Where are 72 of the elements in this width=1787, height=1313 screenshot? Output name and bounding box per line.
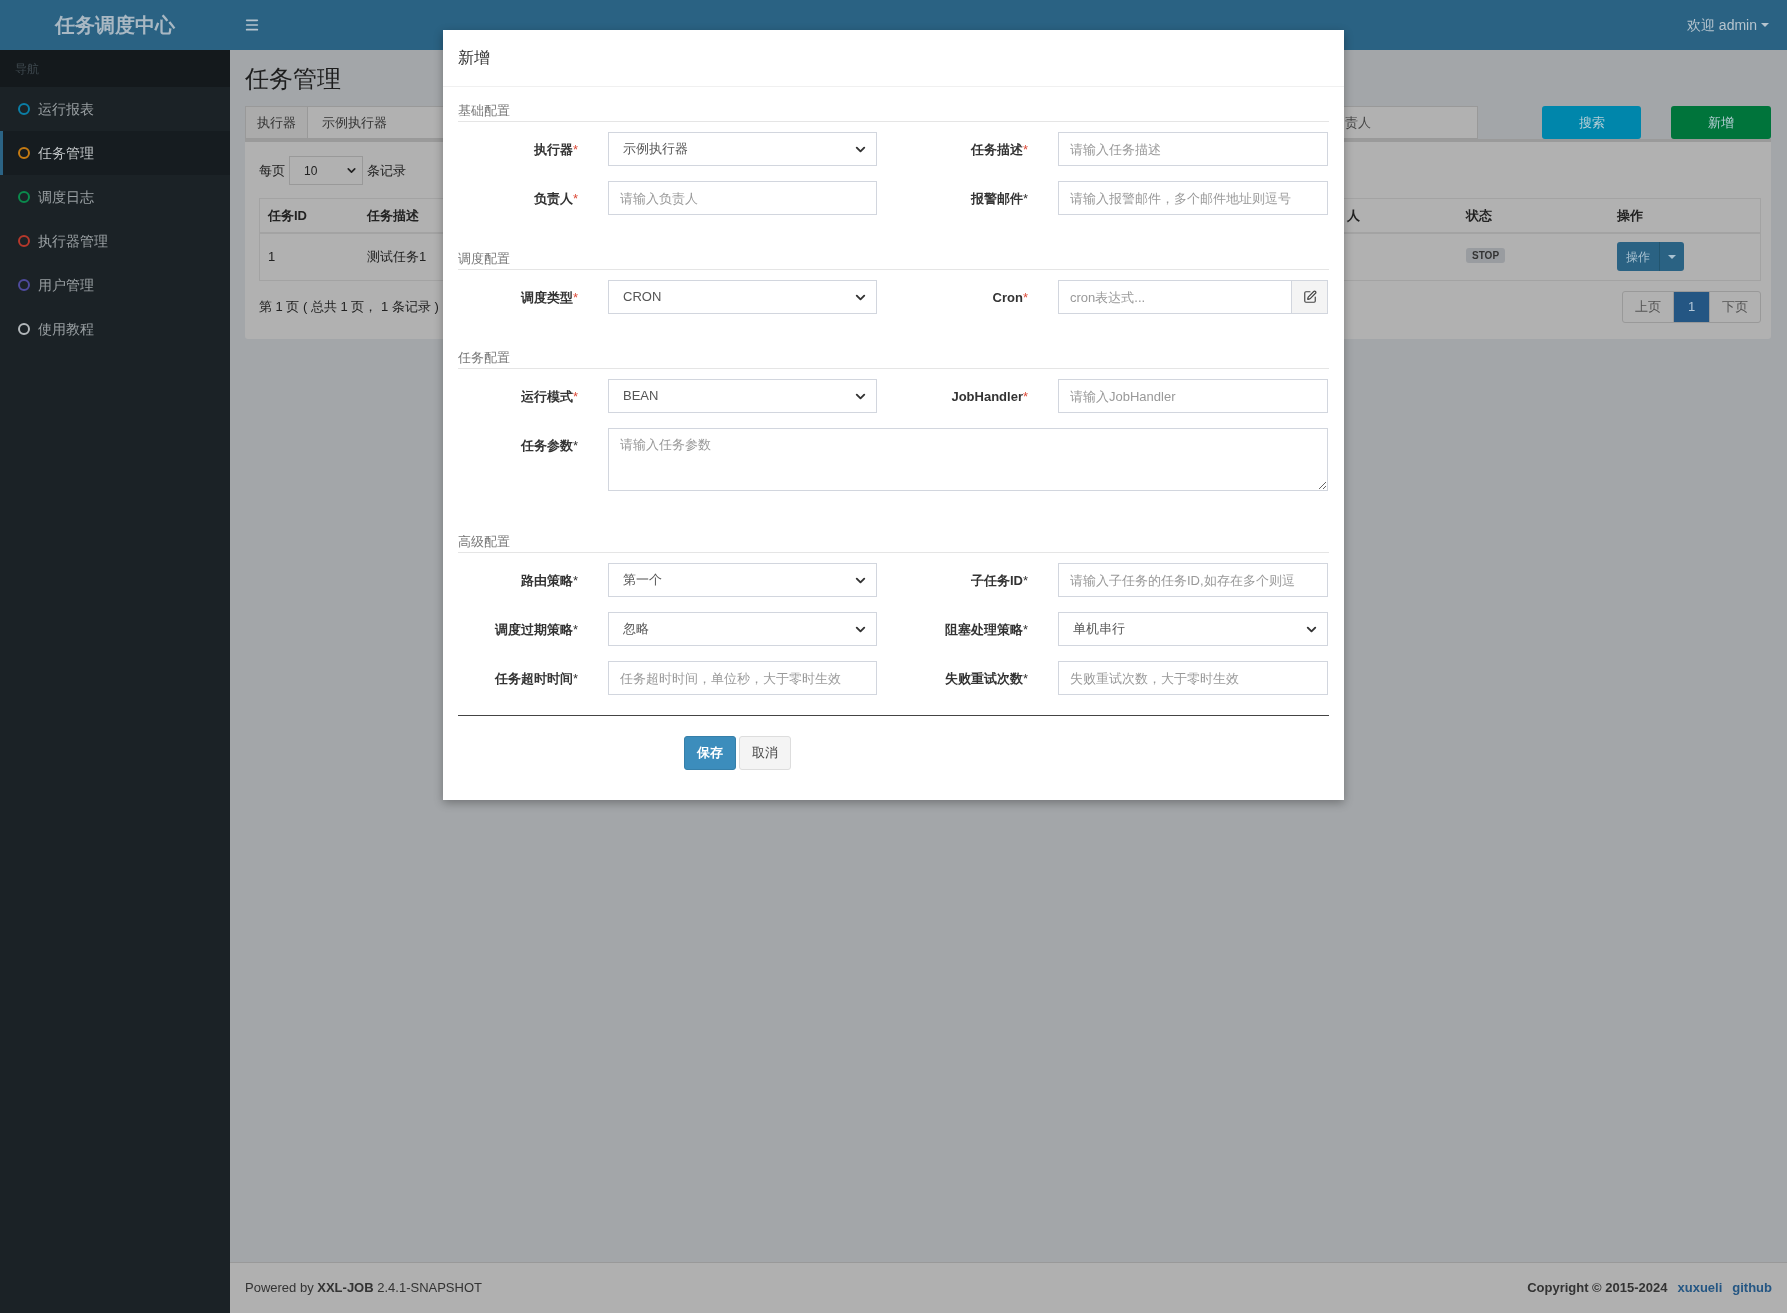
input-field[interactable]: 请输入报警邮件，多个邮件地址则逗号 [1058,181,1328,215]
page-button[interactable]: 1 [1673,292,1709,322]
column-header: 人 [1347,206,1360,225]
input-field[interactable]: 失败重试次数，大于零时生效 [1058,661,1328,695]
column-header: 操作 [1617,206,1643,225]
page-button[interactable]: 上页 [1623,292,1673,322]
page-size-label: 条记录 [367,161,406,180]
sidebar-item[interactable]: 调度日志 [0,175,230,219]
powered-by-text: Powered by XXL-JOB 2.4.1-SNAPSHOT [245,1279,482,1298]
input-field[interactable]: 请输入任务描述 [1058,132,1328,166]
page-button[interactable]: 下页 [1709,292,1760,322]
edit-icon [1302,290,1317,304]
input-field[interactable]: 任务超时时间，单位秒，大于零时生效 [608,661,877,695]
select-field[interactable]: 单机串行 [1058,612,1328,646]
select-field[interactable]: BEAN [608,379,877,413]
field-label: 任务描述* [970,141,1028,159]
caret-icon [1668,254,1676,259]
input-field[interactable]: cron表达式... [1058,280,1292,314]
sidebar-item[interactable]: 执行器管理 [0,219,230,263]
dialog-title: 新增 [458,48,490,68]
executor-label: 执行器 [245,106,308,139]
column-header: 任务ID [268,206,307,225]
save-button[interactable]: 保存 [684,736,736,770]
section-heading: 基础配置 [458,103,511,119]
section-heading: 任务配置 [458,350,511,366]
table-cell-text: 测试任务1 [367,248,427,267]
field-label: 子任务ID* [970,572,1028,590]
input-field[interactable]: 请输入JobHandler [1058,379,1328,413]
field-label: 阻塞处理策略* [944,621,1028,639]
footer-link[interactable]: github [1732,1278,1772,1298]
select-field[interactable]: 忽略 [608,612,877,646]
sidebar-item[interactable]: 使用教程 [0,307,230,351]
cancel-button[interactable]: 取消 [739,736,791,770]
field-label: 调度类型* [520,289,578,307]
app-logo[interactable]: 任务调度中心 [55,10,175,40]
add-button[interactable]: 新增 [1671,106,1771,139]
sidebar-item[interactable]: 运行报表 [0,87,230,131]
table-cell-text: 1 [268,248,276,267]
field-label: 调度过期策略* [494,621,578,639]
section-heading: 调度配置 [458,251,511,267]
input-field[interactable]: 请输入负责人 [608,181,877,215]
field-label: 任务参数* [520,437,578,455]
page-size-label: 每页 [259,161,285,180]
user-menu[interactable]: 欢迎 admin [1686,14,1769,36]
menu-icon[interactable] [244,17,260,33]
column-header: 任务描述 [367,206,419,225]
select-field[interactable]: CRON [608,280,877,314]
select-field[interactable]: 第一个 [608,563,877,597]
field-label: 路由策略* [520,572,578,590]
section-heading: 高级配置 [458,534,511,550]
sidebar-item[interactable]: 任务管理 [0,131,230,175]
copyright-text: Copyright © 2015-2024 [1527,1279,1668,1298]
page-title: 任务管理 [245,64,342,94]
page-size-select[interactable]: 10 [289,156,363,185]
field-label: Cron* [992,289,1028,307]
field-label: 报警邮件* [970,190,1028,208]
field-label: 运行模式* [520,388,578,406]
field-label: 任务超时时间* [494,670,578,688]
caret-icon [1761,23,1769,27]
select-field[interactable]: 示例执行器 [608,132,877,166]
field-label: 执行器* [533,141,578,159]
field-label: 失败重试次数* [944,670,1028,688]
pagination-summary: 第 1 页 ( 总共 1 页， 1 条记录 ) [259,298,439,317]
footer-link[interactable]: xuxueli [1677,1278,1723,1298]
field-label: 负责人* [533,190,578,208]
textarea-field[interactable]: 请输入任务参数 [608,428,1328,491]
column-header: 状态 [1466,206,1492,225]
sidebar-item[interactable]: 用户管理 [0,263,230,307]
edit-button[interactable] [1292,280,1328,314]
status-badge: STOP [1466,248,1506,263]
input-field[interactable]: 请输入子任务的任务ID,如存在多个则逗 [1058,563,1328,597]
field-label: JobHandler* [951,388,1028,406]
